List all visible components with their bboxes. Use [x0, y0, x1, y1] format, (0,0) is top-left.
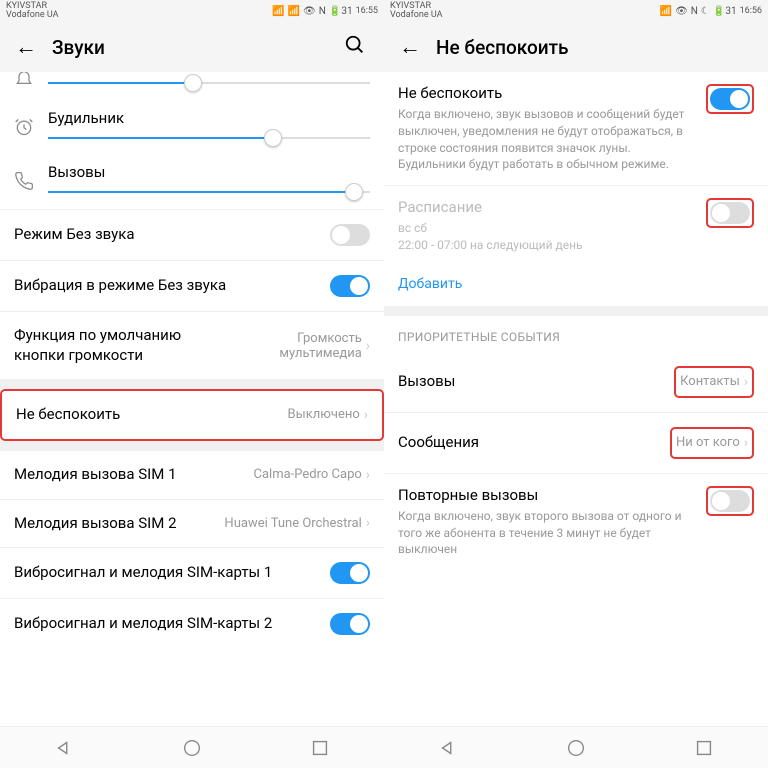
- battery-icon: 🔋31: [713, 6, 737, 17]
- slider-melody[interactable]: [48, 82, 370, 84]
- screen-sounds: KYIVSTAR Vodafone UA 📶 📶 👁 N 🔋31 16:55 ←…: [0, 0, 384, 768]
- phone-icon: [14, 171, 48, 196]
- chevron-icon: ›: [744, 374, 748, 390]
- toggle-vibrate-silent[interactable]: [330, 275, 370, 297]
- row-dnd-main: Не беспокоить Когда включено, звук вызов…: [384, 72, 768, 185]
- signal-icon: 📶: [660, 6, 672, 17]
- statusbar: KYIVSTAR Vodafone UA 📶 👁 N ☾ 🔋31 16:56: [384, 0, 768, 22]
- nav-recent[interactable]: [309, 737, 331, 759]
- toggle-dnd[interactable]: [710, 88, 750, 110]
- slider-alarm[interactable]: [48, 137, 370, 139]
- eye-icon: 👁: [675, 6, 688, 17]
- statusbar: KYIVSTAR Vodafone UA 📶 📶 👁 N 🔋31 16:55: [0, 0, 384, 22]
- add-button[interactable]: Добавить: [384, 266, 768, 306]
- chevron-icon: ›: [744, 435, 748, 451]
- row-vib1[interactable]: Вибросигнал и мелодия SIM-карты 1: [0, 547, 384, 598]
- row-sim2[interactable]: Мелодия вызова SIM 2 Huawei Tune Orchest…: [0, 499, 384, 548]
- navbar: [0, 726, 384, 768]
- section-priority: ПРИОРИТЕТНЫЕ СОБЫТИЯ: [384, 316, 768, 352]
- toggle-repeat[interactable]: [710, 490, 750, 512]
- back-button[interactable]: ←: [12, 33, 40, 61]
- row-priority-messages[interactable]: Сообщения Ни от кого ›: [384, 412, 768, 473]
- toggle-vib1[interactable]: [330, 562, 370, 584]
- row-repeat-calls: Повторные вызовы Когда включено, звук вт…: [384, 473, 768, 570]
- search-button[interactable]: [344, 34, 372, 61]
- toggle-silent[interactable]: [330, 224, 370, 246]
- nav-back[interactable]: [53, 737, 75, 759]
- row-sim1[interactable]: Мелодия вызова SIM 1 Calma-Pedro Capo ›: [0, 451, 384, 499]
- nfc-icon: N: [691, 6, 698, 17]
- row-dnd[interactable]: Не беспокоить Выключено ›: [0, 389, 384, 441]
- row-vol-default[interactable]: Функция по умолчанию кнопки громкости Гр…: [0, 311, 384, 379]
- battery-icon: 🔋31: [329, 6, 353, 17]
- alarm-icon: [14, 117, 48, 142]
- label-alarm: Будильник: [48, 109, 370, 127]
- header: ← Не беспокоить: [384, 22, 768, 72]
- eye-icon: 👁: [303, 6, 316, 17]
- chevron-icon: ›: [364, 407, 368, 423]
- carrier2: Vodafone UA: [390, 11, 442, 20]
- screen-dnd: KYIVSTAR Vodafone UA 📶 👁 N ☾ 🔋31 16:56 ←…: [384, 0, 768, 768]
- nav-home[interactable]: [181, 737, 203, 759]
- carrier2: Vodafone UA: [6, 11, 58, 20]
- navbar: [384, 726, 768, 768]
- row-silent[interactable]: Режим Без звука: [0, 209, 384, 260]
- time: 16:55: [356, 6, 378, 16]
- wifi-icon: 📶: [288, 6, 300, 17]
- time: 16:56: [740, 6, 762, 16]
- nav-back[interactable]: [437, 737, 459, 759]
- header: ← Звуки: [0, 22, 384, 72]
- moon-icon: ☾: [701, 6, 710, 17]
- page-title: Не беспокоить: [436, 36, 756, 59]
- chevron-icon: ›: [366, 515, 370, 531]
- toggle-schedule[interactable]: [710, 202, 750, 224]
- row-schedule[interactable]: Расписание вс сб 22:00 - 07:00 на следую…: [384, 185, 768, 266]
- chevron-icon: ›: [366, 338, 370, 354]
- toggle-vib2[interactable]: [330, 613, 370, 635]
- slider-calls[interactable]: [48, 191, 370, 193]
- nav-home[interactable]: [565, 737, 587, 759]
- nav-recent[interactable]: [693, 737, 715, 759]
- row-vibrate-silent[interactable]: Вибрация в режиме Без звука: [0, 260, 384, 311]
- nfc-icon: N: [319, 6, 326, 17]
- page-title: Звуки: [52, 36, 344, 59]
- row-priority-calls[interactable]: Вызовы Контакты ›: [384, 352, 768, 412]
- row-vib2[interactable]: Вибросигнал и мелодия SIM-карты 2: [0, 598, 384, 649]
- signal-icon: 📶: [272, 6, 284, 17]
- label-calls: Вызовы: [48, 163, 370, 181]
- bell-icon: [14, 72, 48, 95]
- back-button[interactable]: ←: [396, 33, 424, 61]
- chevron-icon: ›: [366, 467, 370, 483]
